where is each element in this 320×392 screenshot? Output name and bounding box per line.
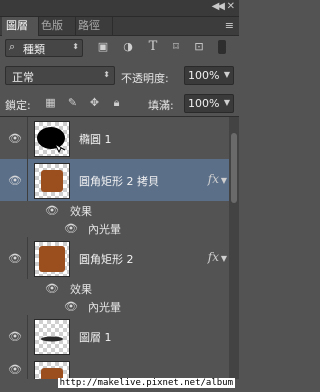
layer-thumbnail: [34, 319, 70, 355]
watermark-url: http://makelive.pixnet.net/album: [57, 378, 235, 388]
effects-label: 效果: [70, 283, 92, 296]
blend-mode-value: 正常: [12, 71, 34, 84]
chevron-down-icon: ⬍: [72, 42, 79, 51]
lock-transparent-pixels-icon[interactable]: ▦: [44, 96, 57, 109]
layer-name: 橢圓 1: [79, 133, 112, 146]
panel-tabs: 圖層 色版 路徑 ≡: [0, 17, 239, 36]
layer-list: 👁︎ 橢圓 1 👁︎ 圓角矩形 2 拷貝 fx ▼ 👁︎ 效果 👁︎ 內光暈 👁…: [0, 117, 229, 379]
effects-header-row[interactable]: 👁︎ 效果: [0, 279, 229, 298]
fill-value: 100%: [188, 97, 220, 110]
visibility-eye-icon[interactable]: 👁︎: [45, 282, 59, 295]
layer-row[interactable]: 👁︎ 橢圓 1: [0, 117, 229, 160]
tab-layers[interactable]: 圖層: [2, 17, 39, 36]
close-panel-icon[interactable]: ✕: [227, 1, 235, 12]
opacity-value: 100%: [188, 69, 220, 82]
rounded-rect-thumbnail-icon: [41, 170, 63, 192]
chevron-down-icon: ▼: [223, 98, 230, 107]
fill-input[interactable]: 100% ▼: [184, 94, 234, 113]
layer-row[interactable]: 👁︎ 圖層 1: [0, 315, 229, 358]
divider: [27, 159, 28, 201]
panel-title-bar: ◀◀ ✕: [0, 0, 239, 17]
search-icon: ⌕: [9, 40, 16, 53]
chevron-down-icon: ⬍: [103, 70, 110, 79]
opacity-label: 不透明度:: [121, 72, 169, 85]
layer-name: 圓角矩形 2: [79, 253, 134, 266]
filter-row: ⌕ 種類 ⬍ ▣ ◑ T ⌑ ⊡: [0, 36, 239, 60]
layer-row[interactable]: 👁︎ 圓角矩形 2 fx ▼: [0, 237, 229, 280]
panel-footer: http://makelive.pixnet.net/album: [0, 378, 239, 392]
layer-thumbnail: [34, 121, 70, 157]
opacity-input[interactable]: 100% ▼: [184, 66, 234, 85]
layer-name: 圓角矩形 2 拷貝: [79, 175, 159, 188]
divider: [27, 357, 28, 379]
chevron-down-icon[interactable]: ▼: [221, 254, 227, 263]
effect-row[interactable]: 👁︎ 內光暈: [0, 297, 229, 316]
lock-label: 鎖定:: [5, 99, 31, 112]
fx-icon[interactable]: fx: [208, 250, 219, 264]
shadow-thumbnail-icon: [41, 336, 63, 342]
divider: [27, 237, 28, 279]
effect-label: 內光暈: [88, 301, 121, 314]
visibility-eye-icon[interactable]: 👁︎: [8, 174, 22, 187]
visibility-eye-icon[interactable]: 👁︎: [8, 363, 22, 376]
rounded-rect-thumbnail-icon: [41, 368, 63, 379]
layers-panel: ◀◀ ✕ 圖層 色版 路徑 ≡ ⌕ 種類 ⬍ ▣ ◑ T ⌑ ⊡ 正常 ⬍ 不透…: [0, 0, 239, 392]
layer-thumbnail: [34, 163, 70, 199]
type-filter-icon[interactable]: T: [146, 40, 160, 54]
layer-list-scrollbar[interactable]: [229, 117, 239, 379]
smart-object-filter-icon[interactable]: ⊡: [192, 40, 206, 54]
fx-icon[interactable]: fx: [208, 172, 219, 186]
blend-mode-select[interactable]: 正常 ⬍: [5, 66, 115, 85]
panel-menu-icon[interactable]: ≡: [225, 19, 234, 32]
shape-filter-icon[interactable]: ⌑: [169, 40, 183, 54]
visibility-eye-icon[interactable]: 👁︎: [8, 252, 22, 265]
rounded-rect-thumbnail-icon: [39, 246, 65, 272]
layer-thumbnail: [34, 241, 70, 277]
layer-name: 圖層 1: [79, 331, 112, 344]
layer-thumbnail: [34, 361, 70, 379]
effects-label: 效果: [70, 205, 92, 218]
image-filter-icon[interactable]: ▣: [96, 40, 110, 54]
adjustment-filter-icon[interactable]: ◑: [121, 40, 135, 54]
scrollbar-thumb[interactable]: [231, 133, 237, 203]
visibility-eye-icon[interactable]: 👁︎: [45, 204, 59, 217]
lock-all-icon[interactable]: 🔒︎: [110, 96, 123, 109]
ellipse-thumbnail-icon: [37, 127, 66, 154]
effects-header-row[interactable]: 👁︎ 效果: [0, 201, 229, 220]
divider: [27, 315, 28, 357]
filter-toggle-switch[interactable]: [218, 40, 226, 54]
kind-value: 種類: [23, 43, 45, 56]
effect-label: 內光暈: [88, 223, 121, 236]
tab-channels[interactable]: 色版: [37, 17, 76, 35]
visibility-eye-icon[interactable]: 👁︎: [64, 300, 78, 313]
tab-paths[interactable]: 路徑: [74, 17, 113, 35]
divider: [27, 117, 28, 159]
chevron-down-icon[interactable]: ▼: [221, 176, 227, 185]
lock-image-pixels-icon[interactable]: ✎: [66, 96, 79, 109]
blend-row: 正常 ⬍ 不透明度: 100% ▼: [0, 62, 239, 88]
visibility-eye-icon[interactable]: 👁︎: [8, 132, 22, 145]
chevron-down-icon: ▼: [223, 70, 230, 79]
effect-row[interactable]: 👁︎ 內光暈: [0, 219, 229, 238]
lock-position-icon[interactable]: ✥: [88, 96, 101, 109]
layer-row[interactable]: 👁︎: [0, 357, 229, 379]
collapse-panel-icon[interactable]: ◀◀: [212, 1, 225, 12]
layer-row-selected[interactable]: 👁︎ 圓角矩形 2 拷貝 fx ▼: [0, 159, 229, 202]
lock-row: 鎖定: ▦ ✎ ✥ 🔒︎ 填滿: 100% ▼: [0, 90, 239, 117]
fill-label: 填滿:: [148, 99, 174, 112]
visibility-eye-icon[interactable]: 👁︎: [64, 222, 78, 235]
layer-filter-kind-select[interactable]: ⌕ 種類 ⬍: [5, 39, 83, 57]
visibility-eye-icon[interactable]: 👁︎: [8, 330, 22, 343]
